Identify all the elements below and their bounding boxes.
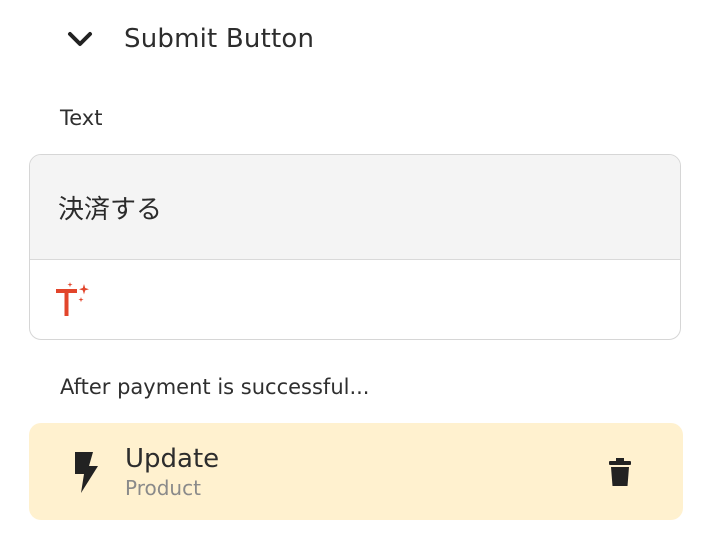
section-title: Submit Button <box>124 24 315 54</box>
action-subtitle: Product <box>125 475 201 500</box>
text-field-label: Text <box>60 106 103 130</box>
lightning-icon <box>71 450 101 494</box>
after-payment-label: After payment is successful... <box>60 375 370 399</box>
action-title: Update <box>125 443 220 474</box>
action-text: Update Product <box>125 443 605 501</box>
chevron-down-icon[interactable] <box>60 19 100 59</box>
trash-icon[interactable] <box>605 455 635 489</box>
text-field-box: 決済する <box>29 154 681 340</box>
update-action-card[interactable]: Update Product <box>29 423 683 520</box>
submit-button-section-header[interactable]: Submit Button <box>60 14 314 64</box>
text-tools-row <box>30 260 680 339</box>
text-input[interactable]: 決済する <box>30 155 680 260</box>
text-sparkle-icon[interactable] <box>54 280 94 320</box>
